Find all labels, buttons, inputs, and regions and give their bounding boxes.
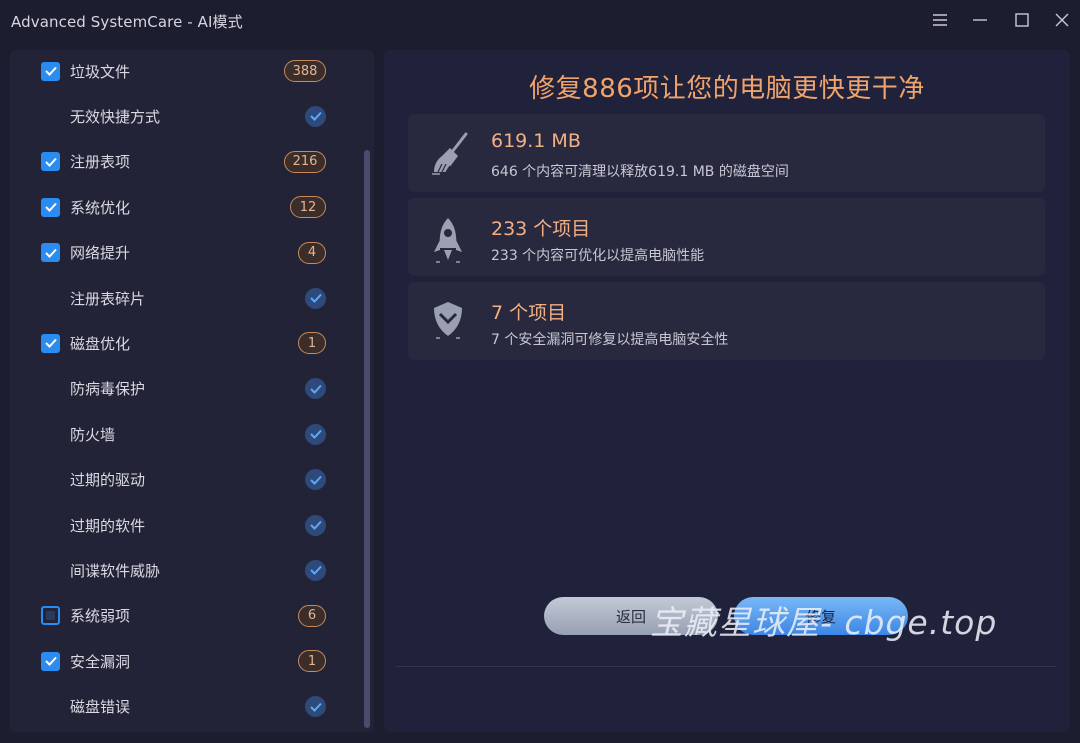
broom-icon xyxy=(430,132,468,176)
checkbox[interactable] xyxy=(41,651,60,671)
list-item[interactable]: 安全漏洞 1 xyxy=(10,643,350,679)
checkbox[interactable] xyxy=(41,333,60,353)
list-item-label: 网络提升 xyxy=(70,244,131,263)
close-icon[interactable] xyxy=(1051,9,1073,31)
count-badge: 388 xyxy=(284,60,326,82)
list-item-label: 过期的驱动 xyxy=(70,471,146,490)
count-badge: 216 xyxy=(284,150,326,173)
scrollbar-thumb[interactable] xyxy=(364,150,370,728)
performance-summary-card: 233 个项目 233 个内容可优化以提高电脑性能 xyxy=(408,198,1045,276)
check-circle-icon xyxy=(305,287,326,309)
list-item-label: 安全漏洞 xyxy=(70,652,131,671)
list-item-label: 注册表碎片 xyxy=(70,289,146,308)
checkbox[interactable] xyxy=(41,197,60,217)
window-title: Advanced SystemCare - AI模式 xyxy=(11,13,243,31)
list-item[interactable]: 系统优化 12 xyxy=(10,189,350,225)
list-item-label: 防病毒保护 xyxy=(70,380,146,399)
junk-description: 646 个内容可清理以释放619.1 MB 的磁盘空间 xyxy=(491,164,789,180)
list-item-label: 注册表项 xyxy=(70,153,131,172)
security-description: 7 个安全漏洞可修复以提高电脑安全性 xyxy=(491,332,729,348)
performance-description: 233 个内容可优化以提高电脑性能 xyxy=(491,248,705,264)
list-item[interactable]: 过期的软件 xyxy=(10,507,350,543)
list-item[interactable]: 无效快捷方式 xyxy=(10,98,350,134)
list-item[interactable]: 注册表碎片 xyxy=(10,280,350,316)
checkbox[interactable] xyxy=(41,152,60,172)
minimize-icon[interactable] xyxy=(969,9,991,31)
scan-result-list: 垃圾文件 388 无效快捷方式 注册表项 216 系统优化 12 网络提升 4 注册表碎片磁盘优化… xyxy=(10,50,374,732)
check-circle-icon xyxy=(305,378,326,400)
count-badge: 4 xyxy=(298,241,326,264)
list-item-label: 磁盘错误 xyxy=(70,698,131,717)
list-item-label: 间谍软件威胁 xyxy=(70,561,161,580)
maximize-icon[interactable] xyxy=(1011,9,1033,31)
count-badge: 12 xyxy=(290,196,326,219)
list-item[interactable]: 垃圾文件 388 xyxy=(10,53,350,89)
count-badge: 6 xyxy=(298,604,326,627)
list-item[interactable]: 系统弱项 6 xyxy=(10,598,350,634)
list-item[interactable]: 过期的驱动 xyxy=(10,462,350,498)
list-item-label: 垃圾文件 xyxy=(70,62,131,81)
performance-count: 233 个项目 xyxy=(491,218,591,240)
list-item[interactable]: 间谍软件威胁 xyxy=(10,552,350,588)
list-item[interactable]: 磁盘错误 xyxy=(10,689,350,725)
watermark: 宝藏星球屋- cbge.top xyxy=(650,603,998,642)
list-item-label: 系统弱项 xyxy=(70,607,131,626)
list-item[interactable]: 防火墙 xyxy=(10,416,350,452)
list-item-label: 过期的软件 xyxy=(70,516,146,535)
check-circle-icon xyxy=(305,514,326,536)
list-item[interactable]: 注册表项 216 xyxy=(10,144,350,180)
count-badge: 1 xyxy=(298,650,326,673)
list-item[interactable]: 网络提升 4 xyxy=(10,235,350,271)
partial-checkbox[interactable] xyxy=(41,606,60,626)
divider xyxy=(396,666,1056,667)
shield-icon xyxy=(430,300,466,344)
menu-icon[interactable] xyxy=(929,9,951,31)
list-item[interactable]: 防病毒保护 xyxy=(10,371,350,407)
check-circle-icon xyxy=(305,559,326,581)
security-count: 7 个项目 xyxy=(491,302,567,324)
junk-summary-card: 619.1 MB 646 个内容可清理以释放619.1 MB 的磁盘空间 xyxy=(408,114,1045,192)
page-title: 修复886项让您的电脑更快更干净 xyxy=(529,74,925,104)
check-circle-icon xyxy=(305,696,326,718)
count-badge: 1 xyxy=(298,332,326,355)
list-item-label: 磁盘优化 xyxy=(70,334,131,353)
checkbox[interactable] xyxy=(41,243,60,263)
list-item-label: 防火墙 xyxy=(70,425,116,444)
scrollbar[interactable] xyxy=(364,150,371,728)
title-bar: Advanced SystemCare - AI模式 xyxy=(0,0,1080,40)
list-item[interactable]: 磁盘优化 1 xyxy=(10,325,350,361)
list-item-label: 无效快捷方式 xyxy=(70,107,161,126)
checkbox[interactable] xyxy=(41,61,60,81)
rocket-icon xyxy=(430,216,466,263)
list-item-label: 系统优化 xyxy=(70,198,131,217)
junk-size: 619.1 MB xyxy=(491,130,581,152)
check-circle-icon xyxy=(305,105,326,127)
check-circle-icon xyxy=(305,469,326,491)
security-summary-card: 7 个项目 7 个安全漏洞可修复以提高电脑安全性 xyxy=(408,282,1045,360)
check-circle-icon xyxy=(305,423,326,445)
